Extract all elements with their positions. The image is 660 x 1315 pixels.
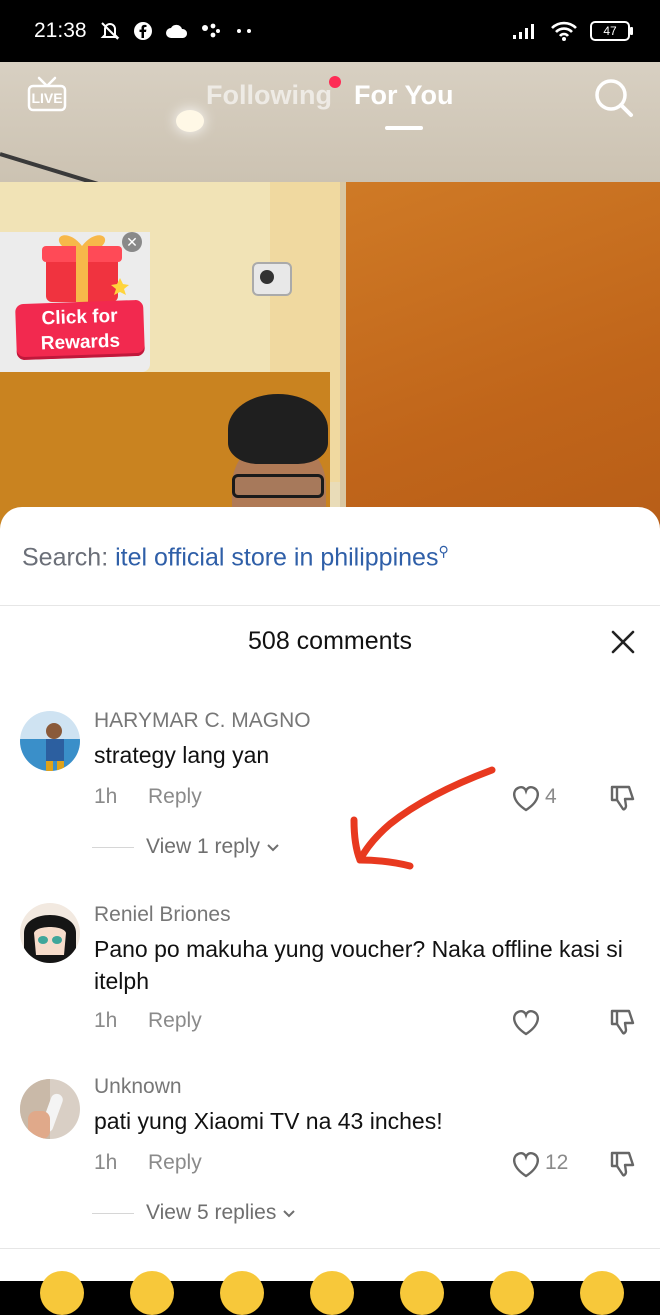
avatar[interactable] <box>20 903 80 963</box>
close-icon[interactable] <box>608 627 638 657</box>
like-count: 12 <box>545 1151 569 1174</box>
cloud-icon <box>165 23 189 39</box>
mute-bell-icon <box>99 20 121 42</box>
reply-button[interactable]: Reply <box>148 1151 202 1175</box>
emoji-icon[interactable] <box>220 1271 264 1315</box>
emoji-icon[interactable] <box>130 1271 174 1315</box>
emoji-icon[interactable] <box>310 1271 354 1315</box>
view-replies-line <box>92 1212 134 1214</box>
search-small-icon: ⚲ <box>438 543 449 559</box>
heart-icon[interactable] <box>510 1007 542 1037</box>
dislike-icon[interactable] <box>608 783 638 813</box>
comment-time: 1h <box>94 785 118 808</box>
battery-icon: 47 <box>590 21 633 41</box>
video-wall-panel <box>340 182 660 532</box>
assistant-dots-icon <box>201 22 223 40</box>
status-time: 21:38 <box>34 19 87 42</box>
comment-username[interactable]: Reniel Briones <box>94 903 231 927</box>
avatar[interactable] <box>20 1079 80 1139</box>
live-label: LIVE <box>31 90 63 106</box>
annotation-arrow <box>350 766 496 870</box>
chevron-down-icon <box>282 1201 296 1225</box>
comments-sheet: Search: itel official store in philippin… <box>0 507 660 1280</box>
dislike-icon[interactable] <box>608 1007 638 1037</box>
view-replies-label: View 5 replies <box>146 1201 277 1224</box>
active-tab-indicator <box>385 126 423 130</box>
view-replies-button[interactable]: View 1 reply <box>92 835 280 859</box>
gift-icon <box>32 226 130 306</box>
view-replies-button[interactable]: View 5 replies <box>92 1201 296 1225</box>
top-nav: LIVE Following For You <box>0 72 660 132</box>
chevron-down-icon <box>266 835 280 859</box>
reply-button[interactable]: Reply <box>148 785 202 809</box>
view-replies-label: View 1 reply <box>146 835 261 858</box>
wifi-icon <box>550 20 578 42</box>
comment-count: 508 comments <box>248 627 412 655</box>
emoji-icon[interactable] <box>490 1271 534 1315</box>
search-prefix: Search: <box>22 543 109 572</box>
search-term-link[interactable]: itel official store in philippines <box>115 543 438 571</box>
rewards-label-line2: Rewards <box>40 330 121 355</box>
signal-icon <box>512 22 538 40</box>
comment-time: 1h <box>94 1151 118 1174</box>
like-count: 4 <box>545 785 557 808</box>
emoji-quick-bar <box>0 1248 660 1315</box>
comment-text: pati yung Xiaomi TV na 43 inches! <box>94 1108 443 1134</box>
video-security-camera <box>252 262 292 296</box>
tab-for-you[interactable]: For You <box>354 80 454 111</box>
heart-icon[interactable] <box>510 783 542 813</box>
comment-time: 1h <box>94 1009 118 1032</box>
search-suggestion[interactable]: Search: itel official store in philippin… <box>22 543 449 572</box>
search-icon[interactable] <box>592 76 636 120</box>
video-person-hair <box>228 394 328 464</box>
tab-following[interactable]: Following <box>206 80 332 111</box>
video-person-glasses <box>232 474 324 498</box>
emoji-icon[interactable] <box>40 1271 84 1315</box>
battery-level: 47 <box>603 24 617 38</box>
divider <box>0 605 660 606</box>
view-replies-line <box>92 846 134 848</box>
heart-icon[interactable] <box>510 1149 542 1179</box>
emoji-icon[interactable] <box>580 1271 624 1315</box>
emoji-icon[interactable] <box>400 1271 444 1315</box>
status-bar: 21:38 47 <box>0 0 660 62</box>
reply-button[interactable]: Reply <box>148 1009 202 1033</box>
more-dots-icon <box>235 27 253 35</box>
rewards-close-icon[interactable]: ✕ <box>122 232 142 252</box>
facebook-icon <box>133 21 153 41</box>
live-button[interactable]: LIVE <box>26 76 68 114</box>
following-notification-dot <box>329 76 341 88</box>
comment-username[interactable]: Unknown <box>94 1075 182 1099</box>
comment-text: Pano po makuha yung voucher? Naka offlin… <box>94 936 623 994</box>
rewards-label: Click for Rewards <box>15 299 145 361</box>
comment-username[interactable]: HARYMAR C. MAGNO <box>94 709 311 733</box>
dislike-icon[interactable] <box>608 1149 638 1179</box>
avatar[interactable] <box>20 711 80 771</box>
